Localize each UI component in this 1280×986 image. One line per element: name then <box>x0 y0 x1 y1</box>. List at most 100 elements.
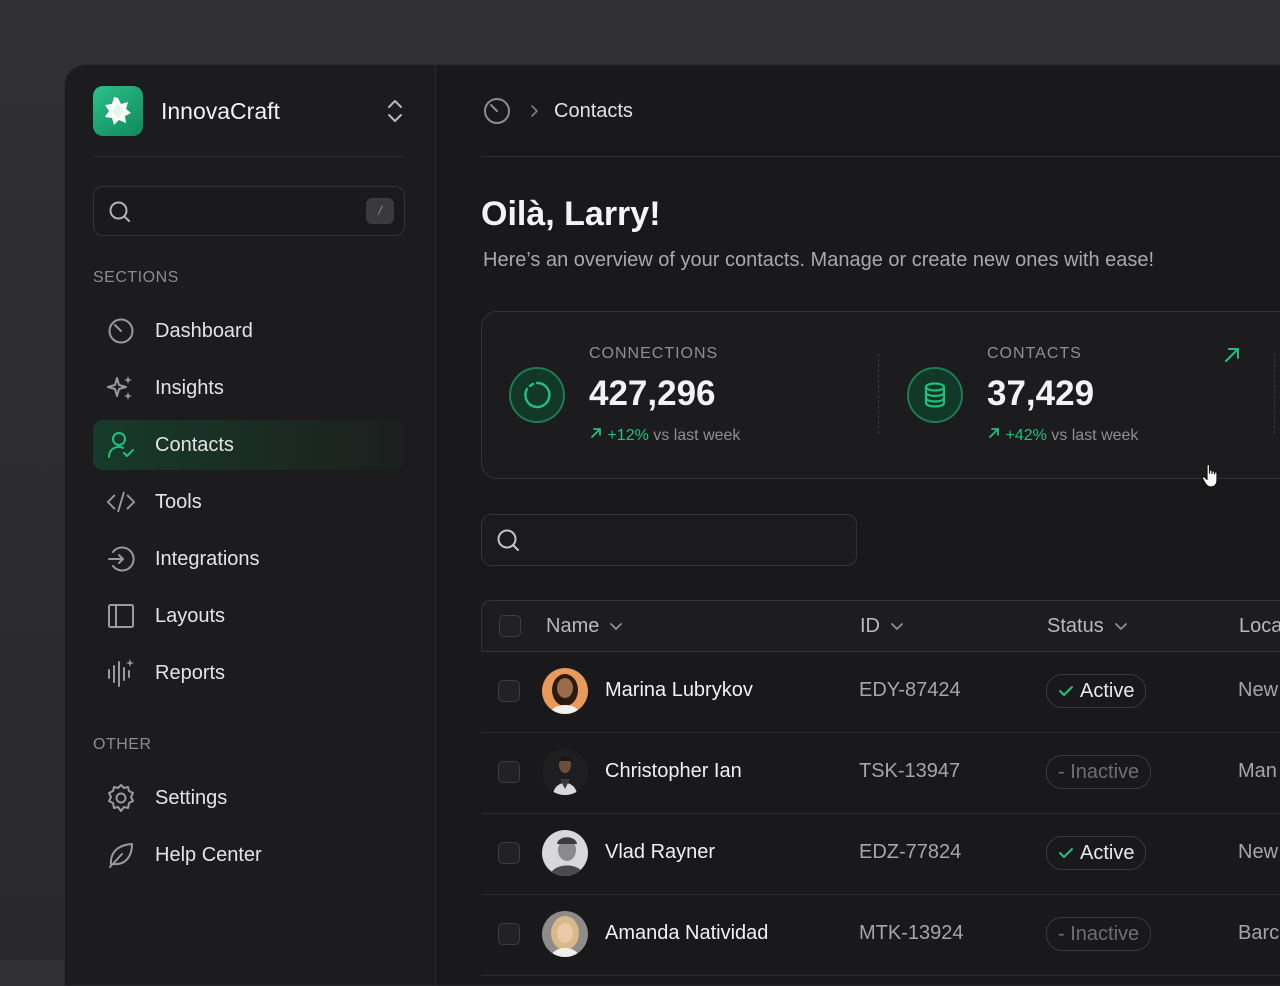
stat-delta-suffix: vs last week <box>653 427 741 444</box>
table-row[interactable]: Marina Lubrykov EDY-87424 Active New <box>481 651 1280 733</box>
audio-bars-icon <box>106 658 136 688</box>
code-icon <box>106 487 136 517</box>
stat-delta: +42% vs last week <box>987 426 1138 445</box>
brand-logo <box>93 86 143 136</box>
contact-location: New <box>1238 841 1279 863</box>
sidebar-item-layouts[interactable]: Layouts <box>93 591 405 641</box>
arrow-up-right-icon[interactable] <box>1223 346 1241 364</box>
column-label: ID <box>860 615 880 637</box>
connections-icon <box>509 367 565 423</box>
sidebar-item-dashboard[interactable]: Dashboard <box>93 306 405 356</box>
contact-name: Marina Lubrykov <box>605 679 753 701</box>
stats-card: CONNECTIONS 427,296 +12% vs last week CO… <box>481 311 1280 479</box>
chevron-up-down-icon[interactable] <box>385 99 405 123</box>
contact-id: MTK-13924 <box>859 922 964 944</box>
user-check-icon <box>106 430 136 460</box>
table-row[interactable]: Christopher Ian TSK-13947 - Inactive Man <box>481 732 1280 814</box>
row-checkbox[interactable] <box>498 761 520 783</box>
status-badge: - Inactive <box>1046 917 1152 951</box>
stat-label: CONTACTS <box>987 345 1082 362</box>
avatar <box>542 668 588 714</box>
select-all-checkbox[interactable] <box>499 615 521 637</box>
hand-pointer-cursor-icon <box>1201 463 1218 488</box>
chevron-right-icon <box>531 105 538 117</box>
breadcrumb-current: Contacts <box>554 99 633 122</box>
search-icon <box>109 201 130 222</box>
contact-id: EDZ-77824 <box>859 841 962 863</box>
breadcrumb: Contacts <box>482 91 633 131</box>
leaf-icon <box>106 840 136 870</box>
sidebar-item-label: Help Center <box>155 843 262 866</box>
column-header-name[interactable]: Name <box>546 615 623 638</box>
column-label: Name <box>546 615 600 637</box>
table-header: Name ID Status Loca <box>481 600 1280 652</box>
contact-location: Barc <box>1238 922 1280 944</box>
sidebar-item-tools[interactable]: Tools <box>93 477 405 527</box>
sidebar-item-reports[interactable]: Reports <box>93 648 405 698</box>
contact-id: EDY-87424 <box>859 679 961 701</box>
table-row[interactable]: Vlad Rayner EDZ-77824 Active New <box>481 813 1280 895</box>
contact-location: New <box>1238 679 1279 701</box>
sidebar-item-help-center[interactable]: Help Center <box>93 830 405 880</box>
sidebar-divider <box>93 156 405 157</box>
row-checkbox[interactable] <box>498 842 520 864</box>
sidebar-item-insights[interactable]: Insights <box>93 363 405 413</box>
sidebar-item-contacts[interactable]: Contacts <box>93 420 405 470</box>
status-text: - Inactive <box>1058 760 1140 783</box>
header-divider <box>481 156 1280 157</box>
chevron-down-icon <box>1114 622 1127 630</box>
contact-name: Vlad Rayner <box>605 841 716 863</box>
sparkles-icon <box>106 373 136 403</box>
stat-label: CONNECTIONS <box>589 345 719 362</box>
sidebar-item-label: Dashboard <box>155 319 253 342</box>
avatar <box>542 830 588 876</box>
stat-value: 37,429 <box>987 374 1095 413</box>
column-header-status[interactable]: Status <box>1047 615 1128 638</box>
arrow-up-right-icon <box>591 428 601 438</box>
stat-separator <box>878 354 879 434</box>
contact-name: Amanda Natividad <box>605 922 769 944</box>
row-checkbox[interactable] <box>498 923 520 945</box>
workspace-switcher[interactable]: InnovaCraft <box>93 85 405 137</box>
sections-label: SECTIONS <box>93 269 179 286</box>
sidebar-item-settings[interactable]: Settings <box>93 773 405 823</box>
table-search-input[interactable] <box>481 514 857 566</box>
sidebar-item-label: Integrations <box>155 547 260 570</box>
stat-delta-percent: +12% <box>607 427 649 444</box>
sidebar-item-integrations[interactable]: Integrations <box>93 534 405 584</box>
dashboard-gauge-icon <box>106 316 136 346</box>
status-badge: - Inactive <box>1046 755 1152 789</box>
search-shortcut-key: / <box>366 198 394 224</box>
page-subtitle: Here’s an overview of your contacts. Man… <box>483 249 1155 271</box>
stat-delta-suffix: vs last week <box>1051 427 1139 444</box>
column-label: Loca <box>1239 615 1280 637</box>
stat-separator <box>1274 354 1275 434</box>
sidebar-item-label: Reports <box>155 661 226 684</box>
sidebar-search-input[interactable]: / <box>93 186 405 236</box>
contact-location: Man <box>1238 760 1277 782</box>
column-header-id[interactable]: ID <box>860 615 904 638</box>
check-icon <box>1058 684 1074 698</box>
main-content: Contacts Oilà, Larry! Here’s an overview… <box>436 65 1280 985</box>
app-window: InnovaCraft / SECTIONS Dashboard Insight… <box>64 64 1280 986</box>
sidebar-item-label: Settings <box>155 786 228 809</box>
layout-panel-icon <box>106 601 136 631</box>
table-row[interactable]: Amanda Natividad MTK-13924 - Inactive Ba… <box>481 894 1280 976</box>
dashboard-gauge-icon[interactable] <box>482 96 512 126</box>
avatar <box>542 911 588 957</box>
status-text: - Inactive <box>1058 922 1140 945</box>
row-checkbox[interactable] <box>498 680 520 702</box>
page-title: Oilà, Larry! <box>481 195 661 233</box>
avatar <box>542 749 588 795</box>
sidebar-item-label: Tools <box>155 490 202 513</box>
check-icon <box>1058 846 1074 860</box>
status-text: Active <box>1080 841 1135 864</box>
column-header-location[interactable]: Loca <box>1239 615 1280 638</box>
sidebar-item-label: Layouts <box>155 604 226 627</box>
database-icon <box>907 367 963 423</box>
sidebar: InnovaCraft / SECTIONS Dashboard Insight… <box>65 65 436 985</box>
contact-name: Christopher Ian <box>605 760 742 782</box>
gear-icon <box>106 783 136 813</box>
search-icon <box>497 529 519 551</box>
sign-in-icon <box>106 544 136 574</box>
